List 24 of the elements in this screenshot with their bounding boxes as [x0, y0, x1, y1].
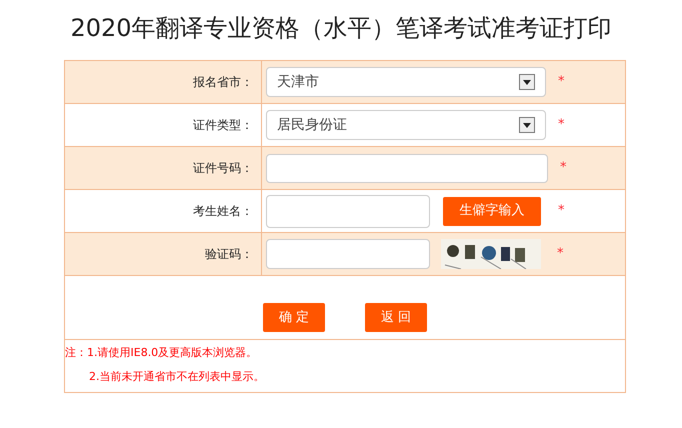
text-field[interactable] [266, 154, 548, 182]
select-field[interactable]: 天津市 [266, 67, 546, 97]
required-mark: * [557, 245, 564, 264]
back-button[interactable]: 返 回 [365, 303, 427, 332]
required-mark: * [558, 116, 564, 134]
text-field[interactable] [266, 194, 430, 228]
rare-character-button[interactable]: 生僻字输入 [443, 196, 541, 226]
field-label: 考生姓名： [193, 203, 253, 220]
field-label: 证件类型： [193, 117, 253, 134]
field-label: 验证码： [205, 246, 253, 263]
select-field[interactable]: 居民身份证 [266, 110, 546, 140]
note-text: 1.请使用IE8.0及更高版本浏览器。 [87, 346, 258, 360]
dropdown-icon [519, 117, 535, 133]
required-mark: * [560, 159, 566, 178]
captcha-field[interactable] [266, 239, 430, 269]
field-label: 报名省市： [193, 74, 253, 91]
required-mark: * [558, 73, 564, 92]
dropdown-icon [519, 74, 535, 90]
confirm-button[interactable]: 确 定 [263, 303, 325, 332]
note-label: 注： [65, 346, 87, 360]
page-title: 2020年翻译专业资格（水平）笔译考试准考证打印 [69, 13, 613, 44]
required-mark: * [558, 202, 564, 220]
note-text: 2.当前未开通省市不在列表中显示。 [89, 370, 264, 384]
field-label: 证件号码： [193, 160, 253, 177]
